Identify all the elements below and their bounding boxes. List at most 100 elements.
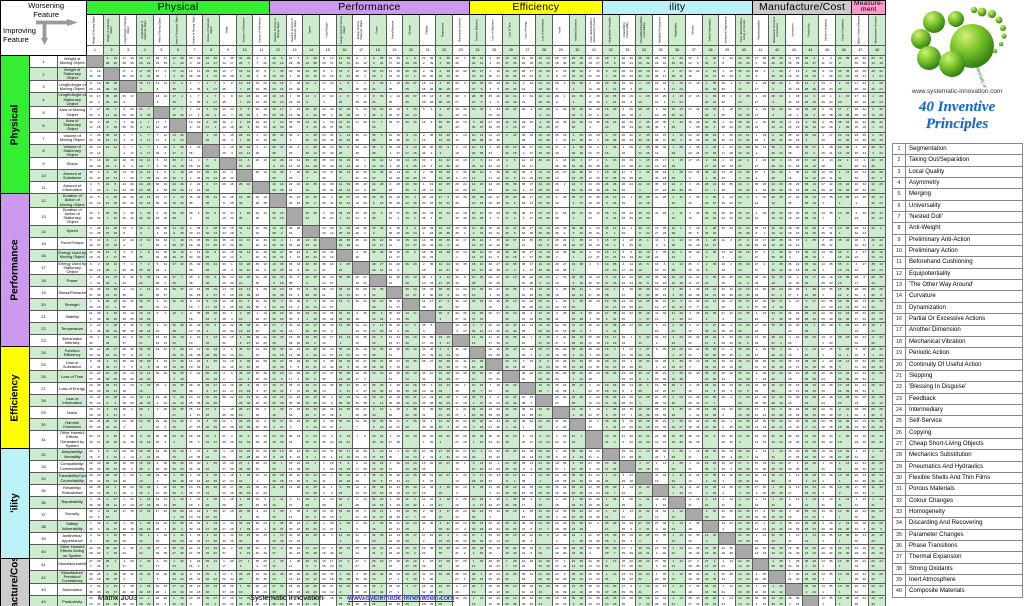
matrix-cell[interactable]: 1 18 35 xyxy=(718,106,736,120)
matrix-cell[interactable]: 19 15 29 16 xyxy=(269,80,287,94)
matrix-cell[interactable]: 17 15 29 36 xyxy=(119,54,137,68)
matrix-cell[interactable]: 10 16 38 35 xyxy=(252,193,271,208)
matrix-cell[interactable]: 9 14 15 7 xyxy=(402,131,420,145)
matrix-cell[interactable]: 32 35 13 xyxy=(768,193,786,208)
column-header-feature[interactable]: Loss of Information xyxy=(535,13,553,46)
column-header-feature[interactable]: Other Harmful Effects Acting on System xyxy=(734,13,753,46)
matrix-cell[interactable]: 13 35 39 18 xyxy=(685,236,703,250)
matrix-cell[interactable]: 35 15 34 18 xyxy=(219,224,237,238)
matrix-cell[interactable]: 35 6 38 xyxy=(368,131,387,145)
matrix-cell[interactable]: 15 16 29 xyxy=(601,118,620,133)
matrix-cell[interactable]: 26 7 9 39 xyxy=(135,106,154,120)
matrix-cell[interactable]: 35 27 2 37 xyxy=(518,143,537,159)
matrix-cell[interactable]: 14 26 9 25 xyxy=(302,118,320,133)
matrix-cell[interactable]: 13 35 1 xyxy=(818,206,836,226)
matrix-cell[interactable]: 24 35 2 xyxy=(685,169,703,183)
matrix-cell[interactable]: 5 35 3 31 xyxy=(485,54,504,68)
matrix-cell[interactable]: 2 26 35 39 xyxy=(668,54,687,68)
matrix-cell[interactable]: 35 10 14 27 xyxy=(368,236,387,250)
matrix-cell[interactable]: 24 35 2 xyxy=(834,54,853,68)
matrix-cell[interactable]: 2 35 16 xyxy=(418,131,437,145)
matrix-cell[interactable]: 1 15 17 24 xyxy=(668,80,687,94)
matrix-cell[interactable]: 35 22 1 39 xyxy=(734,66,753,82)
matrix-cell[interactable]: 13 1 26 24 xyxy=(851,157,870,171)
matrix-cell[interactable]: 35 10 19 14 xyxy=(235,143,254,159)
matrix-cell[interactable]: 10 15 36 37 xyxy=(169,248,187,262)
matrix-cell[interactable]: 1 13 15 32 xyxy=(718,193,736,208)
matrix-cell[interactable]: 35 34 38 xyxy=(352,143,370,159)
matrix-cell[interactable]: 2 35 24 xyxy=(734,80,753,94)
matrix-cell[interactable]: 40 16 xyxy=(402,118,420,133)
matrix-cell[interactable]: 17 32 xyxy=(685,106,703,120)
matrix-cell[interactable]: 8 3 26 14 xyxy=(402,224,420,238)
matrix-cell[interactable]: 19 32 xyxy=(468,106,487,120)
matrix-cell[interactable]: 26 30 36 34 xyxy=(618,131,637,145)
matrix-cell[interactable]: 1 13 31 xyxy=(834,169,853,183)
matrix-cell[interactable]: 15 17 4 xyxy=(119,92,137,108)
matrix-cell[interactable]: 1 28 15 35 xyxy=(801,66,820,82)
matrix-cell[interactable]: 3 19 35 5 xyxy=(685,224,703,238)
matrix-cell[interactable]: 11 28 xyxy=(651,206,670,226)
matrix-cell[interactable]: 32 30 21 16 xyxy=(718,206,736,226)
column-header-feature[interactable]: Security xyxy=(685,13,703,46)
matrix-cell[interactable]: 14 15 7 29 xyxy=(235,80,254,94)
matrix-cell[interactable]: 10 24 35 19 xyxy=(535,54,553,68)
row-header-feature[interactable]: Shape xyxy=(57,157,87,171)
matrix-cell[interactable]: 1 35 40 18 xyxy=(784,92,803,108)
matrix-cell[interactable]: 35 22 18 39 xyxy=(618,206,637,226)
matrix-cell[interactable]: 1 7 4 17 xyxy=(135,118,154,133)
matrix-cell[interactable]: 1 8 35 xyxy=(135,248,154,262)
matrix-cell[interactable]: 2 35 16 xyxy=(685,193,703,208)
matrix-cell[interactable]: 63 xyxy=(418,106,437,120)
matrix-cell[interactable]: 31 5 2 11 xyxy=(102,181,121,195)
matrix-cell[interactable]: 33 1 18 4 xyxy=(352,157,370,171)
matrix-cell[interactable]: 2 35 30 18 xyxy=(635,131,653,145)
matrix-cell[interactable]: 15 30 29 xyxy=(601,106,620,120)
matrix-cell[interactable]: 8 35 24 xyxy=(368,92,387,108)
column-header-feature[interactable]: Volume of Stationary Object xyxy=(202,13,221,46)
matrix-cell[interactable]: 22 2 37 xyxy=(734,193,753,208)
matrix-cell[interactable]: 35 24 30 18 xyxy=(269,206,287,226)
matrix-cell[interactable]: 17 32 xyxy=(352,118,370,133)
matrix-cell[interactable]: 35 6 13 18 xyxy=(518,169,537,183)
matrix-cell[interactable]: 35 14 3 xyxy=(235,224,254,238)
column-header-feature[interactable]: Measurement Precision xyxy=(868,13,886,46)
matrix-cell[interactable]: 10 37 36 5 xyxy=(502,224,520,238)
matrix-cell[interactable]: 3 26 18 31 xyxy=(102,169,121,183)
matrix-cell[interactable]: 35 34 38 xyxy=(202,193,221,208)
matrix-cell[interactable]: 19 38 xyxy=(435,248,454,262)
matrix-cell[interactable]: 3 34 39 10 xyxy=(485,106,504,120)
matrix-cell[interactable]: 22 14 19 32 xyxy=(285,157,304,171)
matrix-cell[interactable]: 26 4 xyxy=(518,106,537,120)
matrix-cell[interactable]: 28 27 18 31 xyxy=(518,66,537,82)
matrix-cell[interactable]: 16 26 21 2 xyxy=(385,260,404,276)
row-header-feature[interactable]: Energy Used by Stationary Object xyxy=(57,260,87,276)
matrix-cell[interactable]: 18 31 3 26 xyxy=(235,66,254,82)
matrix-cell[interactable]: 10 15 36 37 xyxy=(335,118,354,133)
matrix-cell[interactable]: 13 4 8 xyxy=(119,224,137,238)
matrix-cell[interactable]: 35 3 22 5 xyxy=(685,54,703,68)
matrix-cell[interactable]: 28 35 25 26 xyxy=(568,54,587,68)
matrix-cell[interactable]: 35 6 38 xyxy=(368,143,387,159)
matrix-cell[interactable]: 27 1 4 xyxy=(751,169,770,183)
matrix-cell[interactable]: 24 26 30 34 xyxy=(169,181,187,195)
matrix-cell[interactable]: 6 2 34 19 xyxy=(618,248,637,262)
matrix-cell[interactable]: 35 19 1 37 xyxy=(385,143,404,159)
matrix-cell[interactable]: 30 6 25 xyxy=(202,206,221,226)
matrix-cell[interactable]: 19 10 35 38 xyxy=(535,260,553,276)
matrix-cell[interactable]: 10 3 18 40 xyxy=(402,169,420,183)
matrix-cell[interactable]: 14 24 10 37 xyxy=(435,260,454,276)
matrix-cell[interactable]: 16 4 xyxy=(418,118,437,133)
matrix-cell[interactable]: 8 1 37 18 xyxy=(102,236,121,250)
matrix-cell[interactable]: 35 18 24 xyxy=(734,260,753,276)
matrix-cell[interactable]: 2 5 7 22 xyxy=(86,181,104,195)
matrix-cell[interactable]: 35 10 21 xyxy=(318,260,337,276)
matrix-cell[interactable]: 27 2 39 35 xyxy=(585,157,603,171)
matrix-cell[interactable]: 2 35 22 26 xyxy=(635,143,653,159)
matrix-cell[interactable]: 17 7 10 40 xyxy=(169,106,187,120)
matrix-cell[interactable]: 1 15 29 xyxy=(834,92,853,108)
matrix-cell[interactable]: 35 28 2 24 xyxy=(751,181,770,195)
matrix-cell[interactable]: 28 32 1 24 xyxy=(868,236,886,250)
matrix-cell[interactable]: 10 20 37 35 xyxy=(502,54,520,68)
row-header-feature[interactable]: Length/Angle of Stationary Object xyxy=(57,92,87,108)
